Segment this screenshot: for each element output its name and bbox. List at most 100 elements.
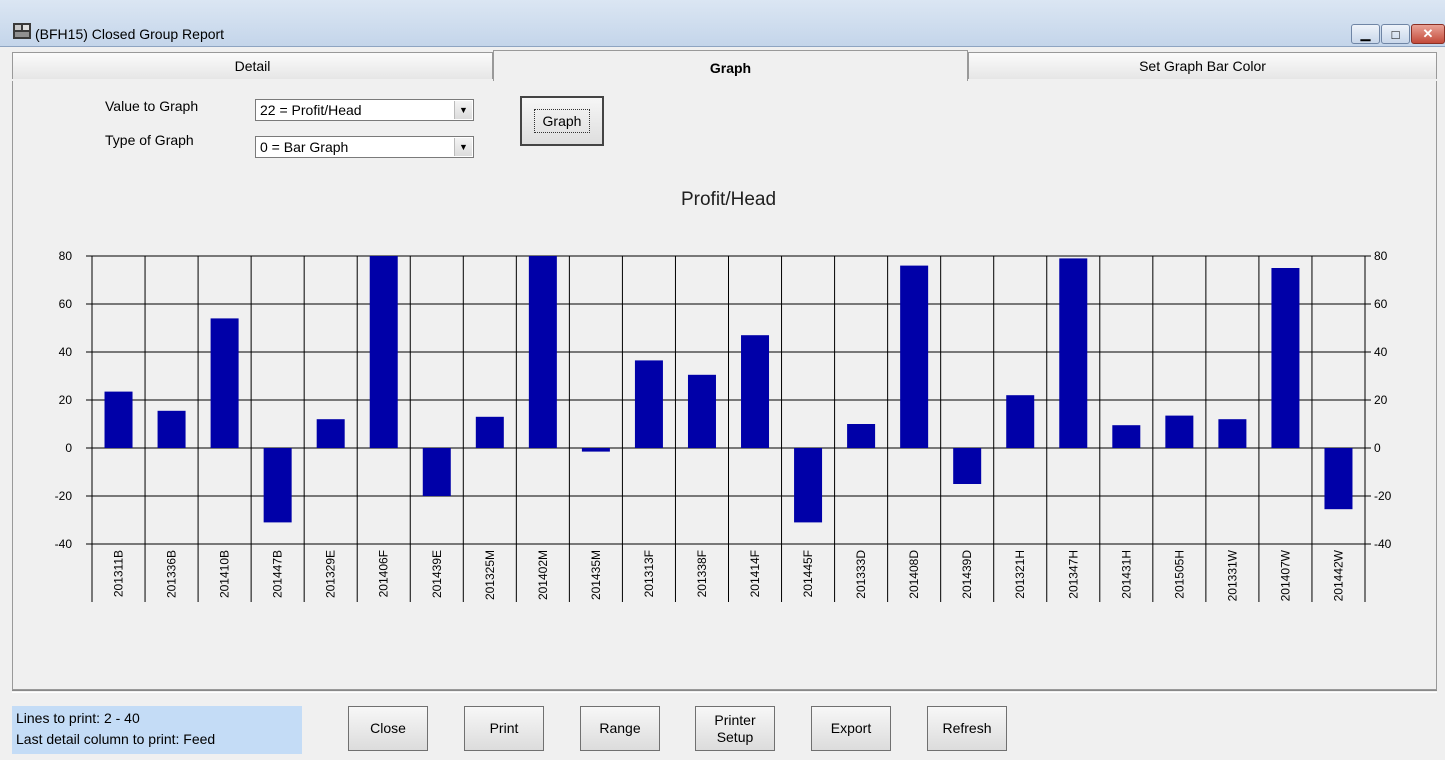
graph-button[interactable]: Graph [520, 96, 604, 146]
category-label: 201445F [801, 550, 815, 597]
chevron-down-icon[interactable]: ▼ [454, 138, 472, 156]
printer-setup-button-label: Printer Setup [714, 711, 756, 745]
close-button[interactable]: Close [348, 706, 428, 751]
y-tick-label-left: -20 [55, 489, 73, 503]
bar [104, 391, 133, 448]
value-to-graph-label: Value to Graph [105, 98, 199, 114]
category-label: 201347H [1066, 550, 1080, 599]
bar [263, 448, 292, 523]
y-tick-label-right: -40 [1374, 537, 1392, 551]
y-tick-label-left: 20 [59, 393, 73, 407]
app-icon [13, 23, 31, 39]
bar [316, 419, 345, 448]
bar [687, 374, 716, 448]
category-label: 201408D [907, 550, 921, 599]
close-window-button[interactable]: ✕ [1411, 24, 1445, 44]
bar [369, 256, 398, 448]
category-label: 201329E [324, 550, 338, 598]
bar [1218, 419, 1247, 448]
lines-to-print-text: Lines to print: 2 - 40 [16, 710, 140, 726]
print-status-box: Lines to print: 2 - 40 Last detail colum… [12, 706, 302, 754]
tab-graph[interactable]: Graph [493, 50, 968, 81]
category-label: 201325M [483, 550, 497, 600]
bar [1271, 268, 1300, 448]
maximize-button[interactable]: □ [1381, 24, 1410, 44]
category-label: 201410B [218, 550, 232, 598]
value-to-graph-select[interactable]: 22 = Profit/Head ▼ [255, 99, 474, 121]
y-tick-label-right: 0 [1374, 441, 1381, 455]
category-label: 201402M [536, 550, 550, 600]
category-label: 201331W [1225, 549, 1239, 601]
bar [528, 256, 557, 448]
bar [210, 318, 239, 448]
divider [12, 690, 1437, 693]
range-button[interactable]: Range [580, 706, 660, 751]
bar [847, 424, 876, 448]
value-to-graph-value: 22 = Profit/Head [260, 102, 362, 118]
tab-set-graph-bar-color[interactable]: Set Graph Bar Color [968, 52, 1437, 79]
window-title: (BFH15) Closed Group Report [35, 26, 225, 42]
category-label: 201321H [1013, 550, 1027, 599]
y-tick-label-left: 80 [59, 249, 73, 263]
y-tick-label-right: 60 [1374, 297, 1388, 311]
tab-detail[interactable]: Detail [12, 52, 493, 79]
type-of-graph-select[interactable]: 0 = Bar Graph ▼ [255, 136, 474, 158]
minimize-button[interactable]: ▁ [1351, 24, 1380, 44]
bar [953, 448, 982, 484]
bar [157, 410, 186, 448]
bar [1059, 258, 1088, 448]
tab-strip: Detail Set Graph Bar Color Graph [12, 50, 1437, 81]
refresh-button[interactable]: Refresh [927, 706, 1007, 751]
category-label: 201313F [642, 550, 656, 597]
category-label: 201435M [589, 550, 603, 600]
bar [581, 448, 610, 452]
bar [1006, 395, 1035, 448]
bar [794, 448, 823, 523]
category-label: 201505H [1172, 550, 1186, 599]
last-column-text: Last detail column to print: Feed [16, 731, 216, 747]
bar [1165, 415, 1194, 448]
y-tick-label-left: 0 [65, 441, 72, 455]
y-tick-label-right: -20 [1374, 489, 1392, 503]
category-label: 201442W [1331, 549, 1345, 601]
close-icon: ✕ [1422, 26, 1434, 41]
category-label: 201414F [748, 550, 762, 597]
bar [900, 265, 929, 448]
category-label: 201311B [112, 550, 126, 597]
category-label: 201447B [271, 550, 285, 598]
print-button-label: Print [489, 720, 519, 736]
bar [1324, 448, 1353, 510]
chevron-down-icon[interactable]: ▼ [454, 101, 472, 119]
type-of-graph-label: Type of Graph [105, 132, 194, 148]
y-tick-label-left: 60 [59, 297, 73, 311]
close-button-label: Close [370, 720, 406, 736]
printer-setup-button[interactable]: Printer Setup [695, 706, 775, 751]
bar [741, 335, 770, 448]
category-label: 201431H [1119, 550, 1133, 599]
minimize-icon: ▁ [1360, 26, 1371, 41]
export-button-label: Export [830, 720, 872, 736]
refresh-button-label: Refresh [942, 720, 992, 736]
category-label: 201338F [695, 550, 709, 597]
range-button-label: Range [599, 720, 641, 736]
category-label: 201406F [377, 550, 391, 597]
category-label: 201439D [960, 550, 974, 599]
chart-title: Profit/Head [681, 189, 776, 210]
y-tick-label-left: 40 [59, 345, 73, 359]
category-label: 201439E [430, 550, 444, 598]
bar-chart: Profit/Head 80 80 60 60 40 40 20 20 0 0 -20 -20 -40 -4… [55, 189, 1392, 602]
category-label: 201407W [1278, 549, 1292, 601]
y-tick-label-left: -40 [55, 537, 73, 551]
export-button[interactable]: Export [811, 706, 891, 751]
maximize-icon: □ [1391, 26, 1400, 42]
category-label: 201336B [165, 550, 179, 598]
bar [634, 360, 663, 448]
y-tick-label-right: 20 [1374, 393, 1388, 407]
graph-button-label: Graph [533, 109, 591, 133]
y-tick-label-right: 40 [1374, 345, 1388, 359]
category-label: 201333D [854, 550, 868, 599]
bar [475, 416, 504, 448]
y-tick-label-right: 80 [1374, 249, 1388, 263]
bar [422, 448, 451, 496]
print-button[interactable]: Print [464, 706, 544, 751]
